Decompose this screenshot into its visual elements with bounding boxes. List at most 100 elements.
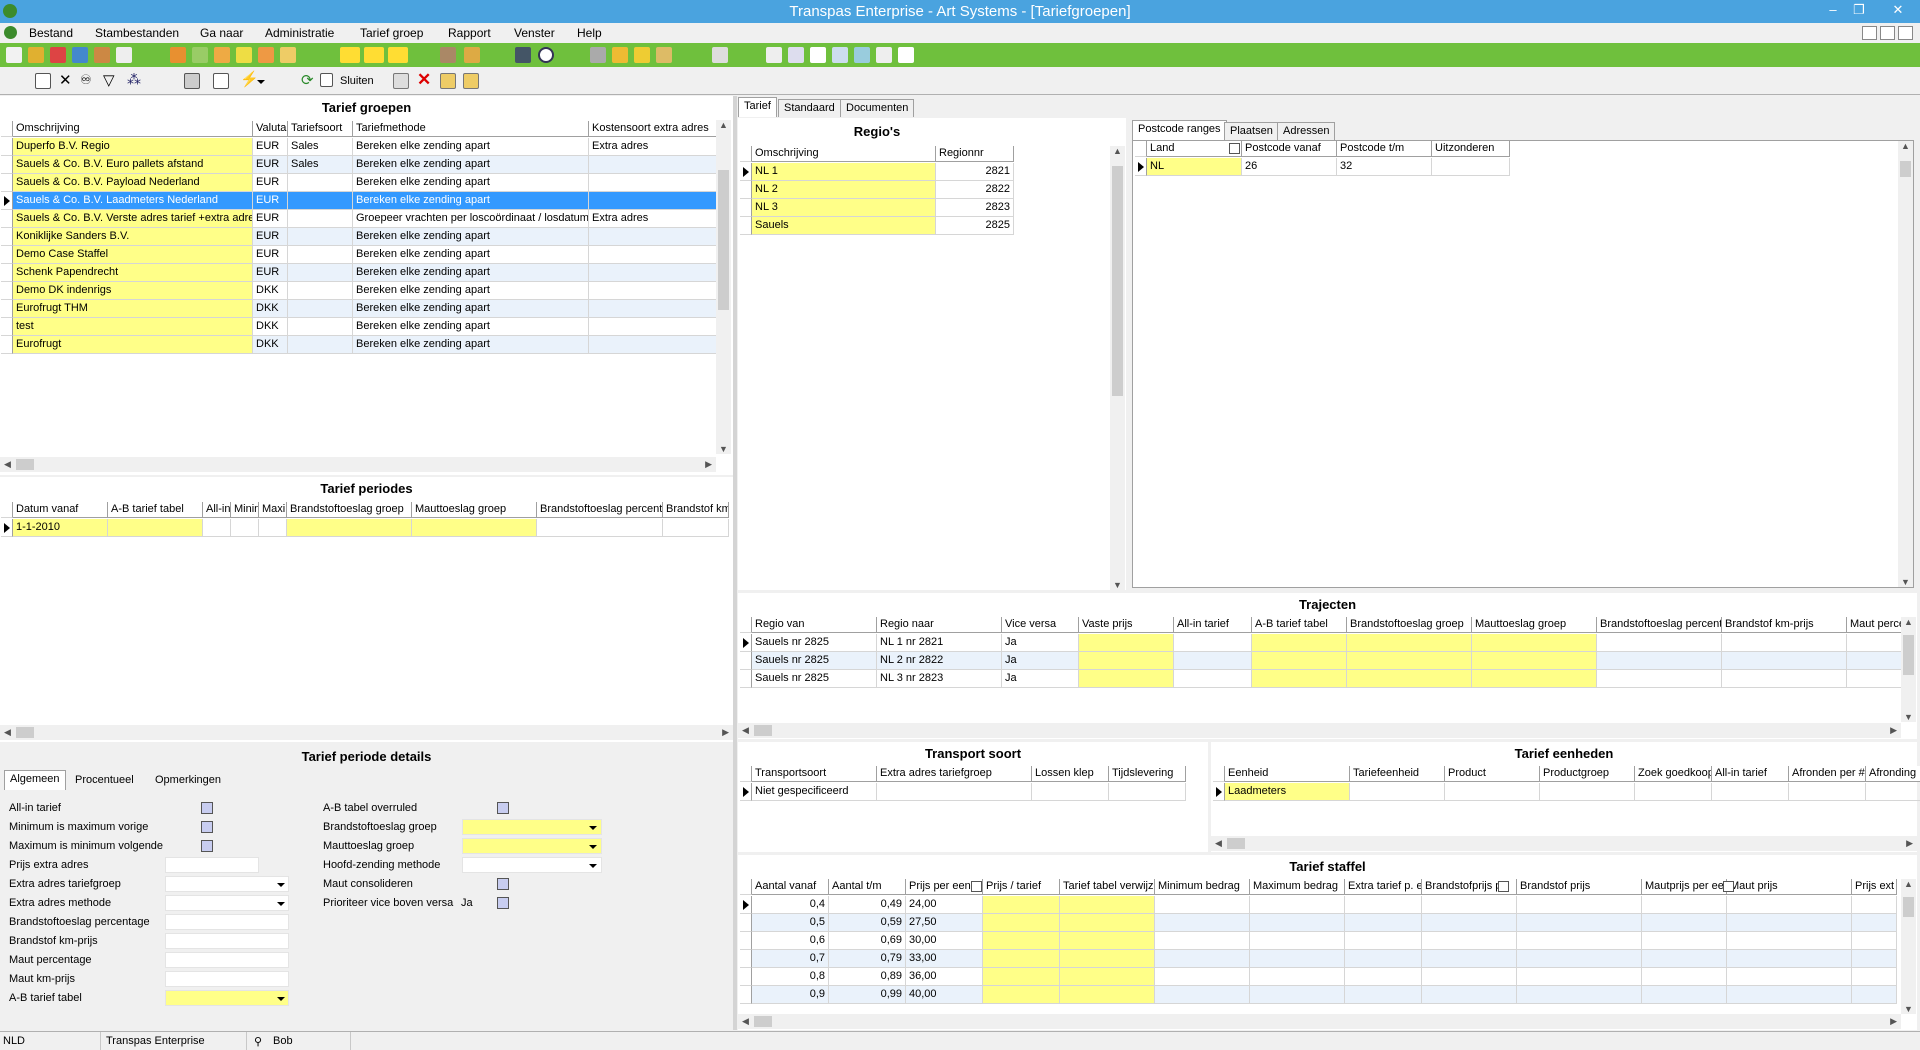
trajecten-cell-r0-c1[interactable]: NL 1 nr 2821: [877, 634, 1002, 652]
truck-icon-2[interactable]: [364, 47, 384, 63]
staffel-cell-r2-c7[interactable]: [1345, 932, 1422, 950]
trajecten-col-5[interactable]: A-B tarief tabel: [1252, 617, 1347, 633]
staffel-col-9[interactable]: Brandstof prijs: [1517, 879, 1642, 895]
tariefgroepen-cell-r8-c4[interactable]: [589, 282, 719, 300]
postcode-col-3[interactable]: Uitzonderen: [1432, 141, 1510, 157]
postcode-col-0[interactable]: Land: [1147, 141, 1242, 157]
detail-right-field-2[interactable]: [462, 838, 602, 854]
tool-icon-7[interactable]: [170, 47, 186, 63]
trajecten-cell-r2-c7[interactable]: [1472, 670, 1597, 688]
truck-icon-3[interactable]: [388, 47, 408, 63]
detail-right-checkbox-0[interactable]: [497, 802, 509, 814]
tariefgroepen-col-3[interactable]: Tariefmethode: [353, 121, 589, 137]
staffel-cell-r5-c8[interactable]: [1422, 986, 1517, 1004]
tariefperiodes-cell-r0-c8[interactable]: [663, 519, 729, 537]
tariefgroepen-col-4[interactable]: Kostensoort extra adres: [589, 121, 719, 137]
tariefperiodes-col-4[interactable]: Maxir: [259, 502, 287, 518]
staffel-cell-r1-c5[interactable]: [1155, 914, 1250, 932]
staffel-col-10[interactable]: Mautprijs per eer: [1642, 879, 1727, 895]
trajecten-cell-r0-c4[interactable]: [1174, 634, 1252, 652]
regios-col-0[interactable]: Omschrijving: [752, 146, 936, 162]
dropdown-arrow-icon[interactable]: [277, 883, 285, 887]
staffel-cell-r5-c11[interactable]: [1727, 986, 1852, 1004]
tab-postcode-ranges[interactable]: Postcode ranges: [1132, 120, 1227, 140]
staffel-cell-r3-c5[interactable]: [1155, 950, 1250, 968]
tool-icon-23[interactable]: [898, 47, 914, 63]
detail-field-5[interactable]: [165, 895, 289, 911]
tariefgroepen-cell-r11-c2[interactable]: [288, 336, 353, 354]
staffel-cell-r2-c0[interactable]: 0,6: [752, 932, 829, 950]
staffel-cell-r2-c12[interactable]: [1852, 932, 1897, 950]
staffel-row-indicator[interactable]: [740, 968, 752, 986]
tariefgroepen-cell-r0-c3[interactable]: Bereken elke zending apart: [353, 138, 589, 156]
staffel-col-4[interactable]: Tarief tabel verwijzi: [1060, 879, 1155, 895]
tool-icon-8[interactable]: [192, 47, 208, 63]
tariefgroepen-cell-r8-c2[interactable]: [288, 282, 353, 300]
regios-col-1[interactable]: Regionnr: [936, 146, 1014, 162]
mdi-close-icon[interactable]: [1898, 26, 1913, 40]
eenheden-col-5[interactable]: All-in tarief: [1712, 766, 1789, 782]
trajecten-cell-r1-c9[interactable]: [1722, 652, 1847, 670]
app-menu-icon[interactable]: [4, 26, 17, 39]
postcode-cell-r0-c1[interactable]: 26: [1242, 158, 1337, 176]
tariefgroepen-cell-r3-c3[interactable]: Bereken elke zending apart: [353, 192, 589, 210]
regios-row-indicator[interactable]: [740, 199, 752, 217]
tariefgroepen-cell-r2-c4[interactable]: [589, 174, 719, 192]
staffel-cell-r2-c9[interactable]: [1517, 932, 1642, 950]
dropdown-arrow-icon[interactable]: [589, 845, 597, 849]
tariefgroepen-cell-r8-c1[interactable]: DKK: [253, 282, 288, 300]
tariefgroepen-cell-r10-c0[interactable]: test: [13, 318, 253, 336]
tool-icon-9[interactable]: [214, 47, 230, 63]
tab-plaatsen[interactable]: Plaatsen: [1224, 122, 1279, 140]
staffel-cell-r2-c3[interactable]: [983, 932, 1060, 950]
tariefgroepen-cell-r10-c2[interactable]: [288, 318, 353, 336]
staffel-cell-r5-c5[interactable]: [1155, 986, 1250, 1004]
staffel-cell-r3-c7[interactable]: [1345, 950, 1422, 968]
staffel-cell-r4-c2[interactable]: 36,00: [906, 968, 983, 986]
detail-right-field-3[interactable]: [462, 857, 602, 873]
detail-field-6[interactable]: [165, 914, 289, 930]
menu-bestand[interactable]: Bestand: [29, 26, 73, 40]
staffel-cell-r0-c0[interactable]: 0,4: [752, 896, 829, 914]
staffel-cell-r5-c12[interactable]: [1852, 986, 1897, 1004]
tariefgroepen-cell-r6-c4[interactable]: [589, 246, 719, 264]
dropdown-arrow-icon[interactable]: [589, 864, 597, 868]
transport-row-indicator[interactable]: [740, 783, 752, 801]
tariefgroepen-cell-r10-c4[interactable]: [589, 318, 719, 336]
staffel-cell-r3-c4[interactable]: [1060, 950, 1155, 968]
staffel-cell-r3-c9[interactable]: [1517, 950, 1642, 968]
tool-icon-3[interactable]: [50, 47, 66, 63]
staffel-cell-r0-c11[interactable]: [1727, 896, 1852, 914]
staffel-col-5[interactable]: Minimum bedrag: [1155, 879, 1250, 895]
eenheden-col-7[interactable]: Afronding: [1866, 766, 1920, 782]
cancel-red-x-icon[interactable]: ✕: [417, 70, 431, 90]
trajecten-cell-r1-c6[interactable]: [1347, 652, 1472, 670]
tariefgroepen-row-indicator[interactable]: [1, 282, 13, 300]
eenheden-cell-r0-c0[interactable]: Laadmeters: [1225, 783, 1350, 801]
tab-tarief[interactable]: Tarief: [738, 97, 777, 117]
tariefgroepen-cell-r0-c2[interactable]: Sales: [288, 138, 353, 156]
menu-ga-naar[interactable]: Ga naar: [200, 26, 243, 40]
staffel-cell-r2-c1[interactable]: 0,69: [829, 932, 906, 950]
tarief-groepen-hscroll[interactable]: ◀ ▶: [0, 457, 716, 472]
staffel-cell-r3-c10[interactable]: [1642, 950, 1727, 968]
trajecten-hscroll[interactable]: ◀ ▶: [738, 723, 1901, 738]
menu-tarief-groep[interactable]: Tarief groep: [360, 26, 423, 40]
staffel-cell-r4-c8[interactable]: [1422, 968, 1517, 986]
staffel-cell-r0-c5[interactable]: [1155, 896, 1250, 914]
staffel-cell-r3-c6[interactable]: [1250, 950, 1345, 968]
regios-cell-r2-c0[interactable]: NL 3: [752, 199, 936, 217]
staffel-cell-r0-c4[interactable]: [1060, 896, 1155, 914]
postcode-row-indicator[interactable]: [1135, 158, 1147, 176]
tariefgroepen-cell-r7-c0[interactable]: Schenk Papendrecht: [13, 264, 253, 282]
eenheden-cell-r0-c7[interactable]: [1866, 783, 1920, 801]
staffel-hscroll[interactable]: ◀ ▶: [738, 1014, 1901, 1029]
staffel-cell-r3-c11[interactable]: [1727, 950, 1852, 968]
print-icon-2[interactable]: [184, 73, 200, 89]
trajecten-col-6[interactable]: Brandstoftoeslag groep: [1347, 617, 1472, 633]
tariefgroepen-cell-r9-c2[interactable]: [288, 300, 353, 318]
staffel-cell-r5-c3[interactable]: [983, 986, 1060, 1004]
tariefgroepen-cell-r1-c2[interactable]: Sales: [288, 156, 353, 174]
tariefgroepen-row-indicator[interactable]: [1, 156, 13, 174]
tariefgroepen-cell-r4-c1[interactable]: EUR: [253, 210, 288, 228]
